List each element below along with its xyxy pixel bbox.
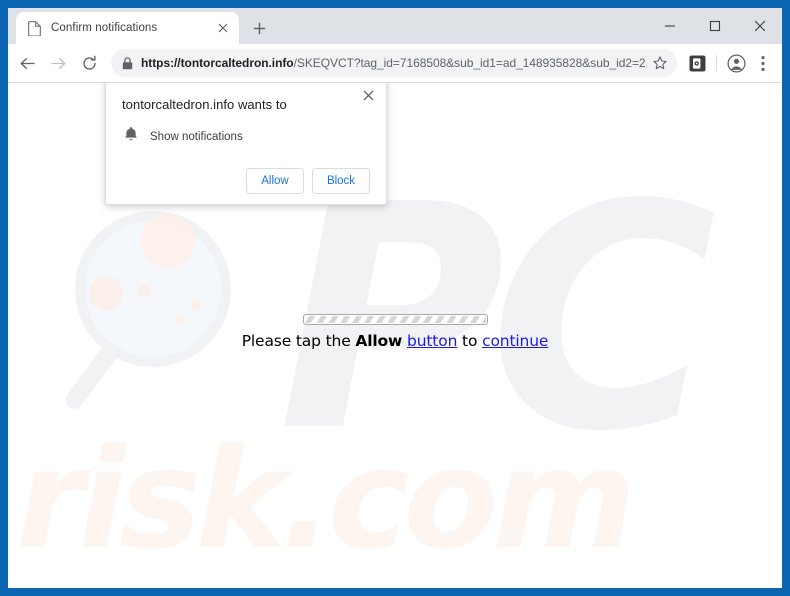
dialog-option-label: Show notifications (150, 130, 243, 143)
notification-permission-dialog: tontorcaltedron.info wants to Show notif… (105, 83, 387, 205)
close-button[interactable] (737, 8, 782, 44)
browser-window: Confirm notifications https://tontorcalt… (8, 8, 782, 588)
minimize-button[interactable] (647, 8, 692, 44)
message-button-link[interactable]: button (407, 332, 457, 350)
forward-button[interactable] (43, 48, 73, 78)
magnifier-watermark (65, 211, 231, 409)
risk-watermark: risk.com (16, 419, 636, 580)
address-bar[interactable]: https://tontorcaltedron.info/SKEQVCT?tag… (111, 49, 677, 77)
tab-strip: Confirm notifications (8, 8, 782, 44)
extension-icon[interactable] (684, 49, 710, 77)
page-viewport: PC risk.com Please tap the Allow button … (8, 83, 782, 588)
tab-close-icon[interactable] (215, 20, 231, 36)
dialog-option-row: Show notifications (122, 126, 370, 147)
page-content: Please tap the Allow button to continue (8, 314, 782, 350)
browser-toolbar: https://tontorcaltedron.info/SKEQVCT?tag… (8, 44, 782, 83)
lock-icon[interactable] (113, 49, 141, 77)
message-middle: to (457, 332, 483, 350)
profile-avatar-icon[interactable] (723, 49, 749, 77)
block-button[interactable]: Block (312, 168, 370, 194)
maximize-button[interactable] (692, 8, 737, 44)
back-button[interactable] (12, 48, 42, 78)
browser-window-frame: Confirm notifications https://tontorcalt… (0, 0, 790, 596)
page-message: Please tap the Allow button to continue (8, 332, 782, 350)
browser-menu-icon[interactable] (750, 49, 776, 77)
tab-title: Confirm notifications (51, 22, 158, 34)
url-text: https://tontorcaltedron.info/SKEQVCT?tag… (141, 56, 647, 70)
url-host: https://tontorcaltedron.info (141, 56, 294, 70)
dialog-actions: Allow Block (122, 168, 370, 194)
new-tab-button[interactable] (245, 14, 273, 42)
bell-icon (124, 126, 138, 147)
progress-bar (302, 314, 488, 325)
message-allow-bold: Allow (355, 332, 403, 350)
reload-button[interactable] (74, 48, 104, 78)
page-icon (28, 20, 41, 36)
message-prefix: Please tap the (241, 332, 356, 350)
dialog-close-icon[interactable] (359, 86, 377, 104)
toolbar-separator (716, 55, 717, 71)
url-path: /SKEQVCT?tag_id=7168508&sub_id1=ad_14893… (293, 56, 647, 70)
bookmark-star-icon[interactable] (647, 50, 673, 76)
message-continue-link[interactable]: continue (482, 332, 548, 350)
browser-tab[interactable]: Confirm notifications (16, 12, 239, 44)
window-controls (647, 8, 782, 44)
dialog-title: tontorcaltedron.info wants to (122, 97, 287, 112)
allow-button[interactable]: Allow (246, 168, 304, 194)
